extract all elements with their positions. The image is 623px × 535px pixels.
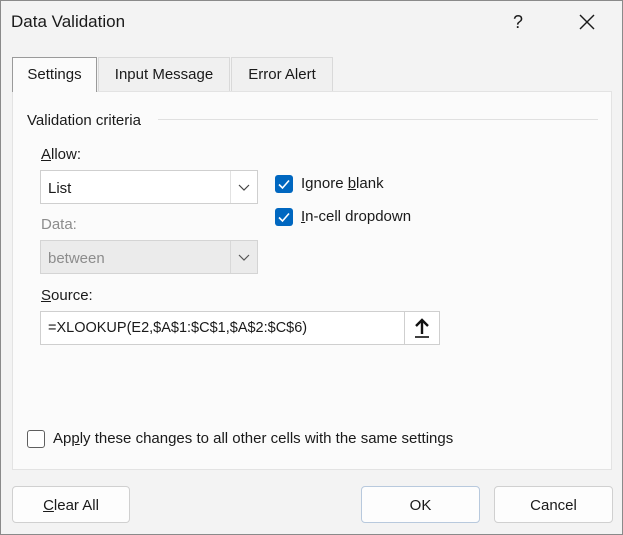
source-label: Source: <box>41 287 93 304</box>
chevron-down-icon <box>238 254 250 261</box>
source-input[interactable]: =XLOOKUP(E2,$A$1:$C$1,$A$2:$C$6) <box>40 311 440 345</box>
checkbox-unchecked-icon <box>27 430 45 448</box>
checkbox-checked-icon <box>275 208 293 226</box>
title-bar: Data Validation ? <box>1 1 622 43</box>
data-value: between <box>48 250 105 267</box>
tab-input-message[interactable]: Input Message <box>98 57 230 91</box>
settings-panel: Validation criteria Allow: List Data: be… <box>12 91 612 470</box>
allow-dropdown[interactable]: List <box>40 170 258 204</box>
help-button[interactable]: ? <box>501 7 535 37</box>
cancel-button[interactable]: Cancel <box>494 486 613 523</box>
close-icon <box>579 14 595 30</box>
dialog-title: Data Validation <box>11 12 126 31</box>
ignore-blank-label: Ignore blank <box>301 175 384 192</box>
group-divider <box>158 119 598 120</box>
data-validation-dialog: Data Validation ? Settings Input Message… <box>0 0 623 535</box>
validation-criteria-label: Validation criteria <box>27 112 141 129</box>
data-label: Data: <box>41 216 77 233</box>
allow-value: List <box>48 180 72 197</box>
collapse-dialog-button[interactable] <box>404 312 439 344</box>
in-cell-dropdown-label: In-cell dropdown <box>301 208 412 225</box>
allow-dropdown-arrow[interactable] <box>230 171 257 203</box>
clear-all-button[interactable]: Clear All <box>12 486 130 523</box>
data-dropdown: between <box>40 240 258 274</box>
help-icon: ? <box>512 12 523 32</box>
close-button[interactable] <box>569 7 605 37</box>
source-value[interactable]: =XLOOKUP(E2,$A$1:$C$1,$A$2:$C$6) <box>48 320 307 336</box>
arrow-up-icon <box>415 318 429 338</box>
allow-label: Allow: <box>41 146 82 163</box>
ok-button[interactable]: OK <box>361 486 480 523</box>
tab-settings[interactable]: Settings <box>12 57 97 92</box>
tab-error-alert[interactable]: Error Alert <box>231 57 333 91</box>
chevron-down-icon <box>238 184 250 191</box>
checkbox-checked-icon <box>275 175 293 193</box>
apply-to-all-label: Apply these changes to all other cells w… <box>53 430 454 447</box>
data-dropdown-arrow <box>230 241 257 273</box>
